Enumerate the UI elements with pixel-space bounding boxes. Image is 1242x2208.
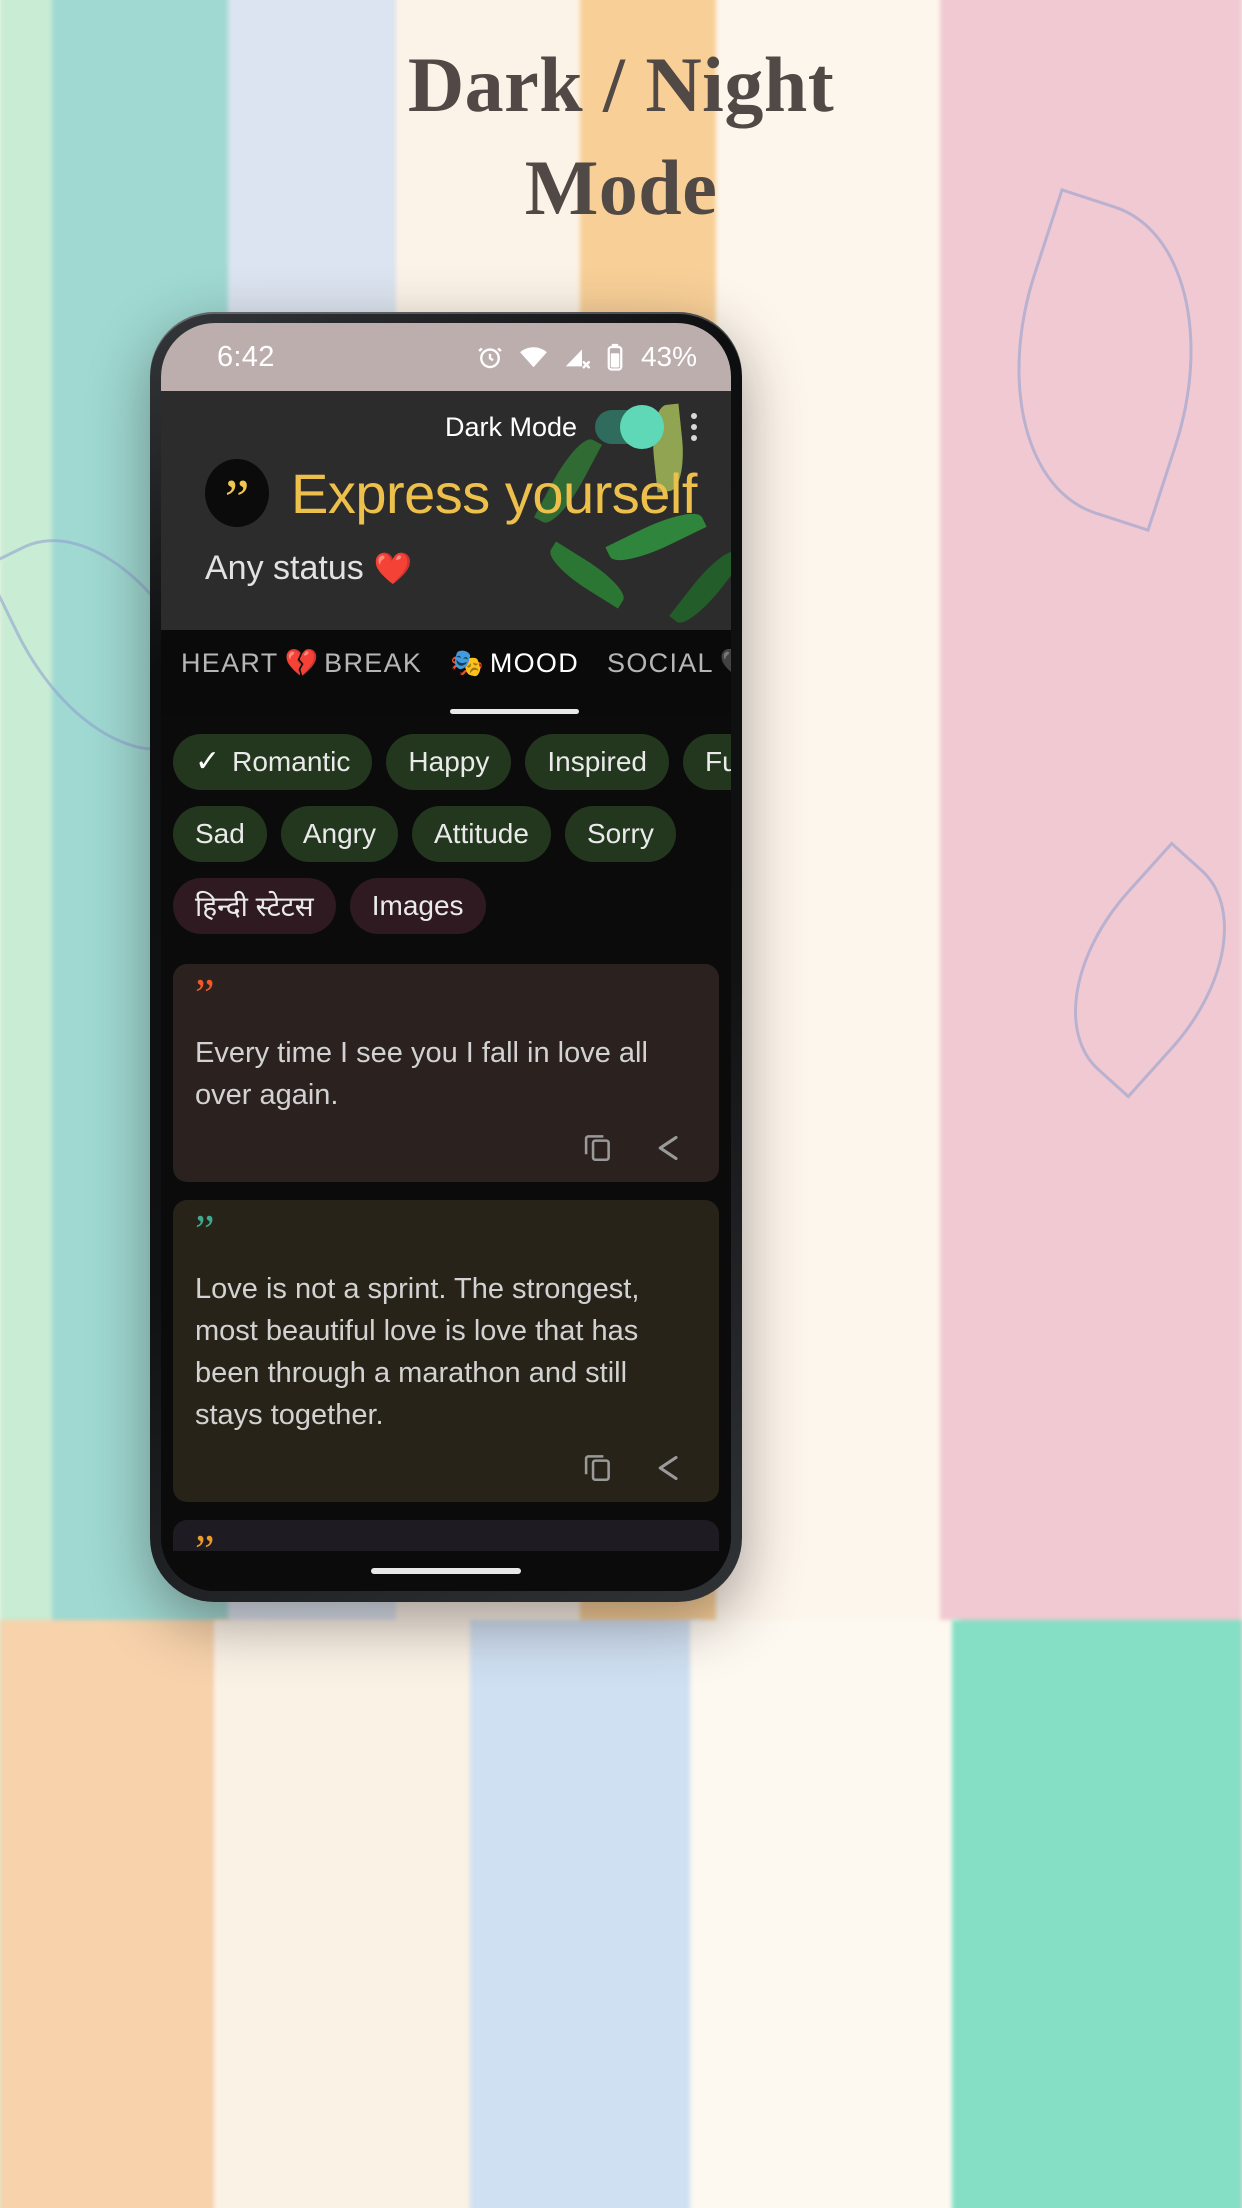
quote-card[interactable]: ” Every time I see you I fall in love all… [173,964,719,1183]
chip-happy[interactable]: Happy [386,734,512,790]
page-title-line2: Mode [524,143,718,231]
quote-actions [195,1116,697,1170]
app-subtitle-text: Any status [205,549,364,587]
chip-label: Happy [408,746,490,777]
quote-mark-icon: ” [195,1526,215,1551]
tab-emoji-icon: 🖤 [720,647,731,679]
phone-screen: 6:42 43% Dark Mode ” Express yourself An… [161,323,731,1591]
battery-icon [605,342,625,372]
chip-label: Sad [195,818,245,849]
quote-actions [195,1436,697,1490]
quote-card[interactable]: ” Love is not a sprint. The strongest, mo… [173,1200,719,1503]
brand-title: Express yourself [291,461,697,525]
chip-sorry[interactable]: Sorry [564,806,676,862]
chip-inspired[interactable]: Inspired [525,734,669,790]
app-header: Dark Mode ” Express yourself Any status … [161,391,731,630]
battery-percent: 43% [640,341,697,372]
check-icon: ✓ [195,745,221,778]
status-clock: 6:42 [217,340,275,373]
category-chip-area: ✓ Romantic Happy Inspired Fun Sad Angry Attitud… [161,714,731,956]
chip-row-3: हिन्दी स्टेटस Images [173,878,719,934]
backdrop-lower-band-cream-low [214,1620,474,2208]
page-title: Dark / Night Mode [0,34,1242,240]
status-icons: 43% [475,341,697,373]
page-title-line1: Dark / Night [407,41,835,128]
backdrop-lower-band-aqua [952,1620,1242,2208]
share-icon[interactable] [649,1450,685,1486]
tab-bar: HEART💔BREAK🎭MOODSOCIAL🖤MEDIA [161,630,731,714]
kebab-menu-icon[interactable] [679,409,709,445]
copy-icon[interactable] [581,1450,615,1486]
wifi-icon [518,342,549,372]
chip-label: Images [371,890,464,921]
quote-mark-icon: ” [195,1206,215,1256]
phone-mockup: 6:42 43% Dark Mode ” Express yourself An… [150,312,742,1602]
tab-label-prefix: HEART [181,647,279,678]
chip-angry[interactable]: Angry [280,806,398,862]
signal-off-icon [562,342,592,372]
tab-mood[interactable]: 🎭 MOOD [436,630,593,714]
chip-row-1: ✓ Romantic Happy Inspired Fun [173,734,731,790]
chip-sad[interactable]: Sad [173,806,267,862]
quote-list: ” Every time I see you I fall in love all… [161,956,731,1551]
chip-label: Angry [302,818,376,849]
heart-emoji-icon: ❤️ [373,551,413,586]
dark-mode-row: Dark Mode [161,391,731,449]
tab-label-suffix: MOOD [489,647,580,678]
tab-emoji-icon: 💔 [284,648,319,678]
chip-row-2: Sad Angry Attitude Sorry [173,806,719,862]
chip-label: Attitude [433,818,529,849]
tab-emoji-icon: 🎭 [450,648,484,678]
dark-mode-label: Dark Mode [444,411,577,442]
app-subtitle: Any status ❤️ [161,527,731,630]
quote-badge-icon: ” [205,459,269,528]
chip-label: Romantic [232,746,351,777]
tab-heartbreak[interactable]: HEART 💔 BREAK [167,630,436,714]
chip-fun[interactable]: Fun [682,734,731,790]
backdrop-lower-band-ivory-low [690,1620,960,2208]
chip-attitude[interactable]: Attitude [411,806,551,862]
tab-socialmedia[interactable]: SOCIAL🖤MEDIA [593,630,731,714]
chip-label: Inspired [547,746,647,777]
dark-mode-toggle[interactable] [595,405,664,449]
home-indicator [161,1551,731,1591]
chip-हिन्दी-स्टेटस[interactable]: हिन्दी स्टेटस [173,878,336,934]
quote-mark-icon: ” [195,970,215,1019]
quote-text: Love is not a sprint. The strongest, mos… [195,1273,640,1432]
chip-romantic[interactable]: ✓ Romantic [173,734,373,790]
chip-images[interactable]: Images [349,878,486,934]
tab-label-prefix: SOCIAL [607,647,714,678]
alarm-icon [475,342,505,372]
chip-label: Sorry [586,818,654,849]
tab-label-suffix: BREAK [324,647,423,678]
chip-label: Fun [704,746,731,777]
share-icon[interactable] [649,1130,685,1166]
chip-label: हिन्दी स्टेटस [195,891,314,922]
copy-icon[interactable] [581,1130,615,1166]
backdrop-lower-band-peach [0,1620,230,2208]
quote-text: Every time I see you I fall in love all … [195,1037,648,1112]
backdrop-lower-band-sky [470,1620,700,2208]
brand-row: ” Express yourself [161,449,731,528]
quote-card[interactable]: ”Love is like air… We can’t see it, but … [173,1520,719,1551]
status-bar: 6:42 43% [161,323,731,391]
